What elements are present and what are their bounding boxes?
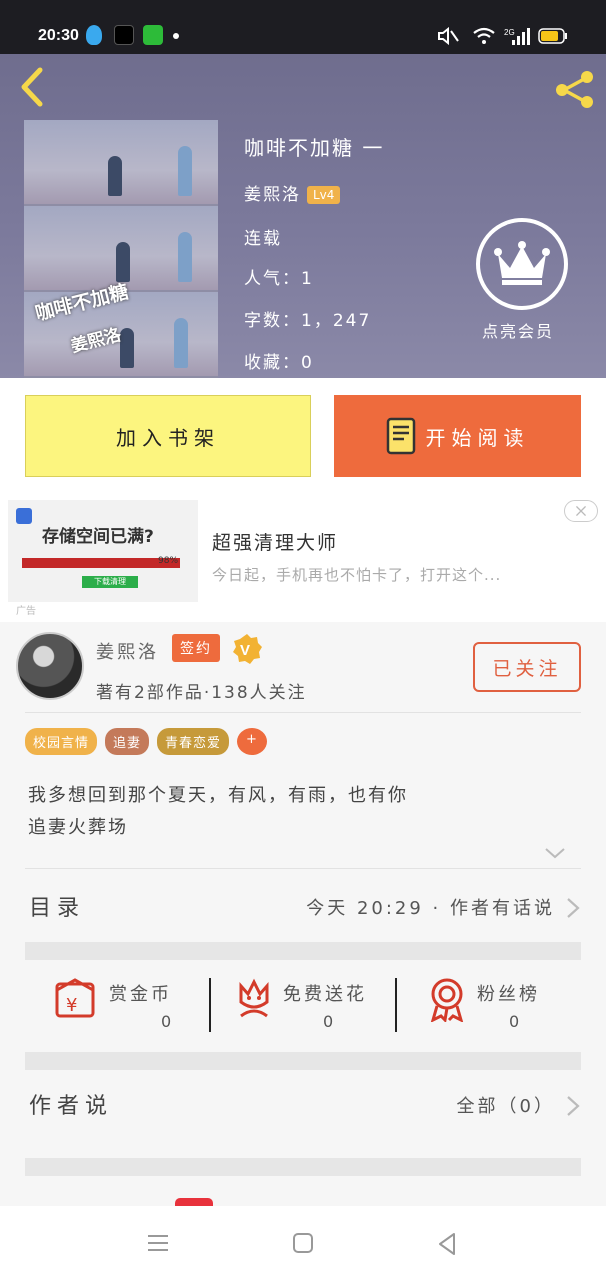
- back-nav-icon[interactable]: [436, 1232, 458, 1256]
- rewards-bar: ¥ 赏金币 0 免费送花 0 粉丝榜 0: [25, 960, 581, 1052]
- reward-coins[interactable]: ¥ 赏金币 0: [53, 960, 213, 1050]
- author-stats: 著有2部作品·138人关注: [96, 683, 307, 703]
- tiktok-icon: [114, 25, 134, 45]
- book-status: 连载: [244, 229, 282, 249]
- wifi-icon: [473, 27, 495, 44]
- reward-flowers[interactable]: 免费送花 0: [231, 960, 391, 1050]
- vip-label[interactable]: 点亮会员: [482, 318, 554, 342]
- back-icon[interactable]: [16, 66, 50, 108]
- reward-coins-count: 0: [161, 1012, 172, 1031]
- tag-item[interactable]: 追妻: [105, 728, 150, 755]
- reward-fans[interactable]: 粉丝榜 0: [425, 960, 575, 1050]
- tag-list: 校园言情 追妻 青春恋爱 +: [25, 728, 267, 755]
- divider: [25, 868, 581, 869]
- book-title: 咖啡不加糖 一: [244, 136, 385, 160]
- svg-text:V: V: [240, 642, 250, 659]
- reward-coins-label: 赏金币: [109, 984, 172, 1005]
- tag-item[interactable]: 青春恋爱: [157, 728, 230, 755]
- book-popularity: 人气：1: [244, 269, 314, 289]
- book-author: 姜熙洛: [244, 185, 301, 205]
- ad-description: 今日起，手机再也不怕卡了，打开这个...: [212, 566, 502, 584]
- expand-chevron-icon[interactable]: [544, 846, 566, 860]
- catalog-label: 目录: [29, 896, 86, 921]
- qq-icon: [86, 25, 102, 45]
- book-cover[interactable]: 咖啡不加糖 姜熙洛: [24, 120, 218, 378]
- author-says-label: 作者说: [29, 1094, 114, 1119]
- medal-icon: [430, 978, 464, 1022]
- svg-text:2G: 2G: [504, 28, 515, 37]
- chevron-right-icon: [567, 898, 580, 918]
- book-author-line: 姜熙洛 Lv4: [244, 180, 341, 205]
- red-envelope-icon: ¥: [55, 978, 95, 1018]
- ad-image[interactable]: 存储空间已满? 98% 下载清理 广告: [8, 500, 198, 617]
- start-reading-label: 开始阅读: [425, 425, 530, 450]
- ad-banner[interactable]: 存储空间已满? 98% 下载清理 广告 超强清理大师 今日起，手机再也不怕卡了，…: [0, 494, 606, 622]
- book-word-count: 字数：1，247: [244, 311, 372, 331]
- vip-button[interactable]: [476, 218, 568, 310]
- author-avatar[interactable]: [16, 632, 84, 700]
- section-gap: [25, 1052, 581, 1070]
- ad-close-icon[interactable]: [564, 500, 598, 522]
- catalog-update: 今天 20:29 · 作者有话说: [306, 898, 555, 919]
- ad-storage-percent: 98%: [158, 556, 179, 566]
- section-gap: [25, 1158, 581, 1176]
- author-says-all: 全部（0）: [456, 1096, 555, 1117]
- menu-icon[interactable]: [146, 1232, 170, 1254]
- svg-text:¥: ¥: [66, 995, 77, 1016]
- mute-icon: [438, 27, 459, 45]
- crown-icon: [494, 241, 550, 285]
- ad-tag: 广告: [16, 606, 36, 617]
- book-icon: [386, 417, 415, 455]
- ad-title[interactable]: 超强清理大师: [212, 528, 338, 555]
- reward-flowers-label: 免费送花: [283, 984, 367, 1005]
- author-says-row[interactable]: 作者说 全部（0）: [25, 1074, 581, 1134]
- ad-image-title: 存储空间已满?: [42, 527, 154, 547]
- home-icon[interactable]: [292, 1232, 314, 1254]
- author-name[interactable]: 姜熙洛: [96, 638, 159, 664]
- iqiyi-icon: [143, 25, 163, 45]
- start-reading-button[interactable]: 开始阅读: [334, 395, 581, 477]
- description-line: 追妻火葬场: [28, 817, 128, 838]
- battery-icon: [538, 28, 567, 44]
- add-shelf-button[interactable]: 加入书架: [25, 395, 311, 477]
- tag-add-button[interactable]: +: [237, 728, 267, 755]
- follow-button[interactable]: 已关注: [473, 642, 581, 692]
- verified-v-icon: V: [233, 634, 262, 664]
- divider: [25, 712, 581, 713]
- section-gap: [25, 942, 581, 960]
- level-badge: Lv4: [307, 186, 341, 204]
- book-header: 咖啡不加糖 姜熙洛 咖啡不加糖 一 姜熙洛 Lv4 连载 人气：1 字数：1，24…: [0, 54, 606, 378]
- book-favorites: 收藏：0: [244, 353, 314, 373]
- follow-label: 已关注: [492, 657, 562, 680]
- author-card: 姜熙洛 签约 V 著有2部作品·138人关注 已关注: [0, 622, 606, 712]
- chevron-right-icon: [567, 1096, 580, 1116]
- flower-icon: [239, 978, 269, 1018]
- reward-fans-count: 0: [509, 1012, 520, 1031]
- share-icon[interactable]: [552, 68, 598, 110]
- system-nav-bar: [0, 1206, 606, 1280]
- description-line: 我多想回到那个夏天，有风，有雨，也有你: [28, 785, 408, 806]
- separator: [209, 978, 211, 1032]
- signal-icon: 2G: [504, 28, 530, 45]
- catalog-row[interactable]: 目录 今天 20:29 · 作者有话说: [25, 876, 581, 936]
- ad-app-icon: [16, 508, 32, 524]
- add-shelf-label: 加入书架: [116, 425, 220, 450]
- book-description: 我多想回到那个夏天，有风，有雨，也有你 追妻火葬场: [28, 780, 408, 844]
- separator: [395, 978, 397, 1032]
- notification-dot: [173, 33, 179, 39]
- reward-fans-label: 粉丝榜: [477, 984, 540, 1005]
- action-bar: 加入书架 开始阅读: [0, 378, 606, 494]
- ad-storage-bar: [22, 558, 180, 568]
- status-bar: 20:30 2G: [0, 0, 606, 54]
- ad-image-button: 下载清理: [82, 576, 138, 588]
- tag-item[interactable]: 校园言情: [25, 728, 98, 755]
- signed-badge: 签约: [172, 634, 220, 662]
- status-time: 20:30: [38, 27, 79, 44]
- reward-flowers-count: 0: [323, 1012, 334, 1031]
